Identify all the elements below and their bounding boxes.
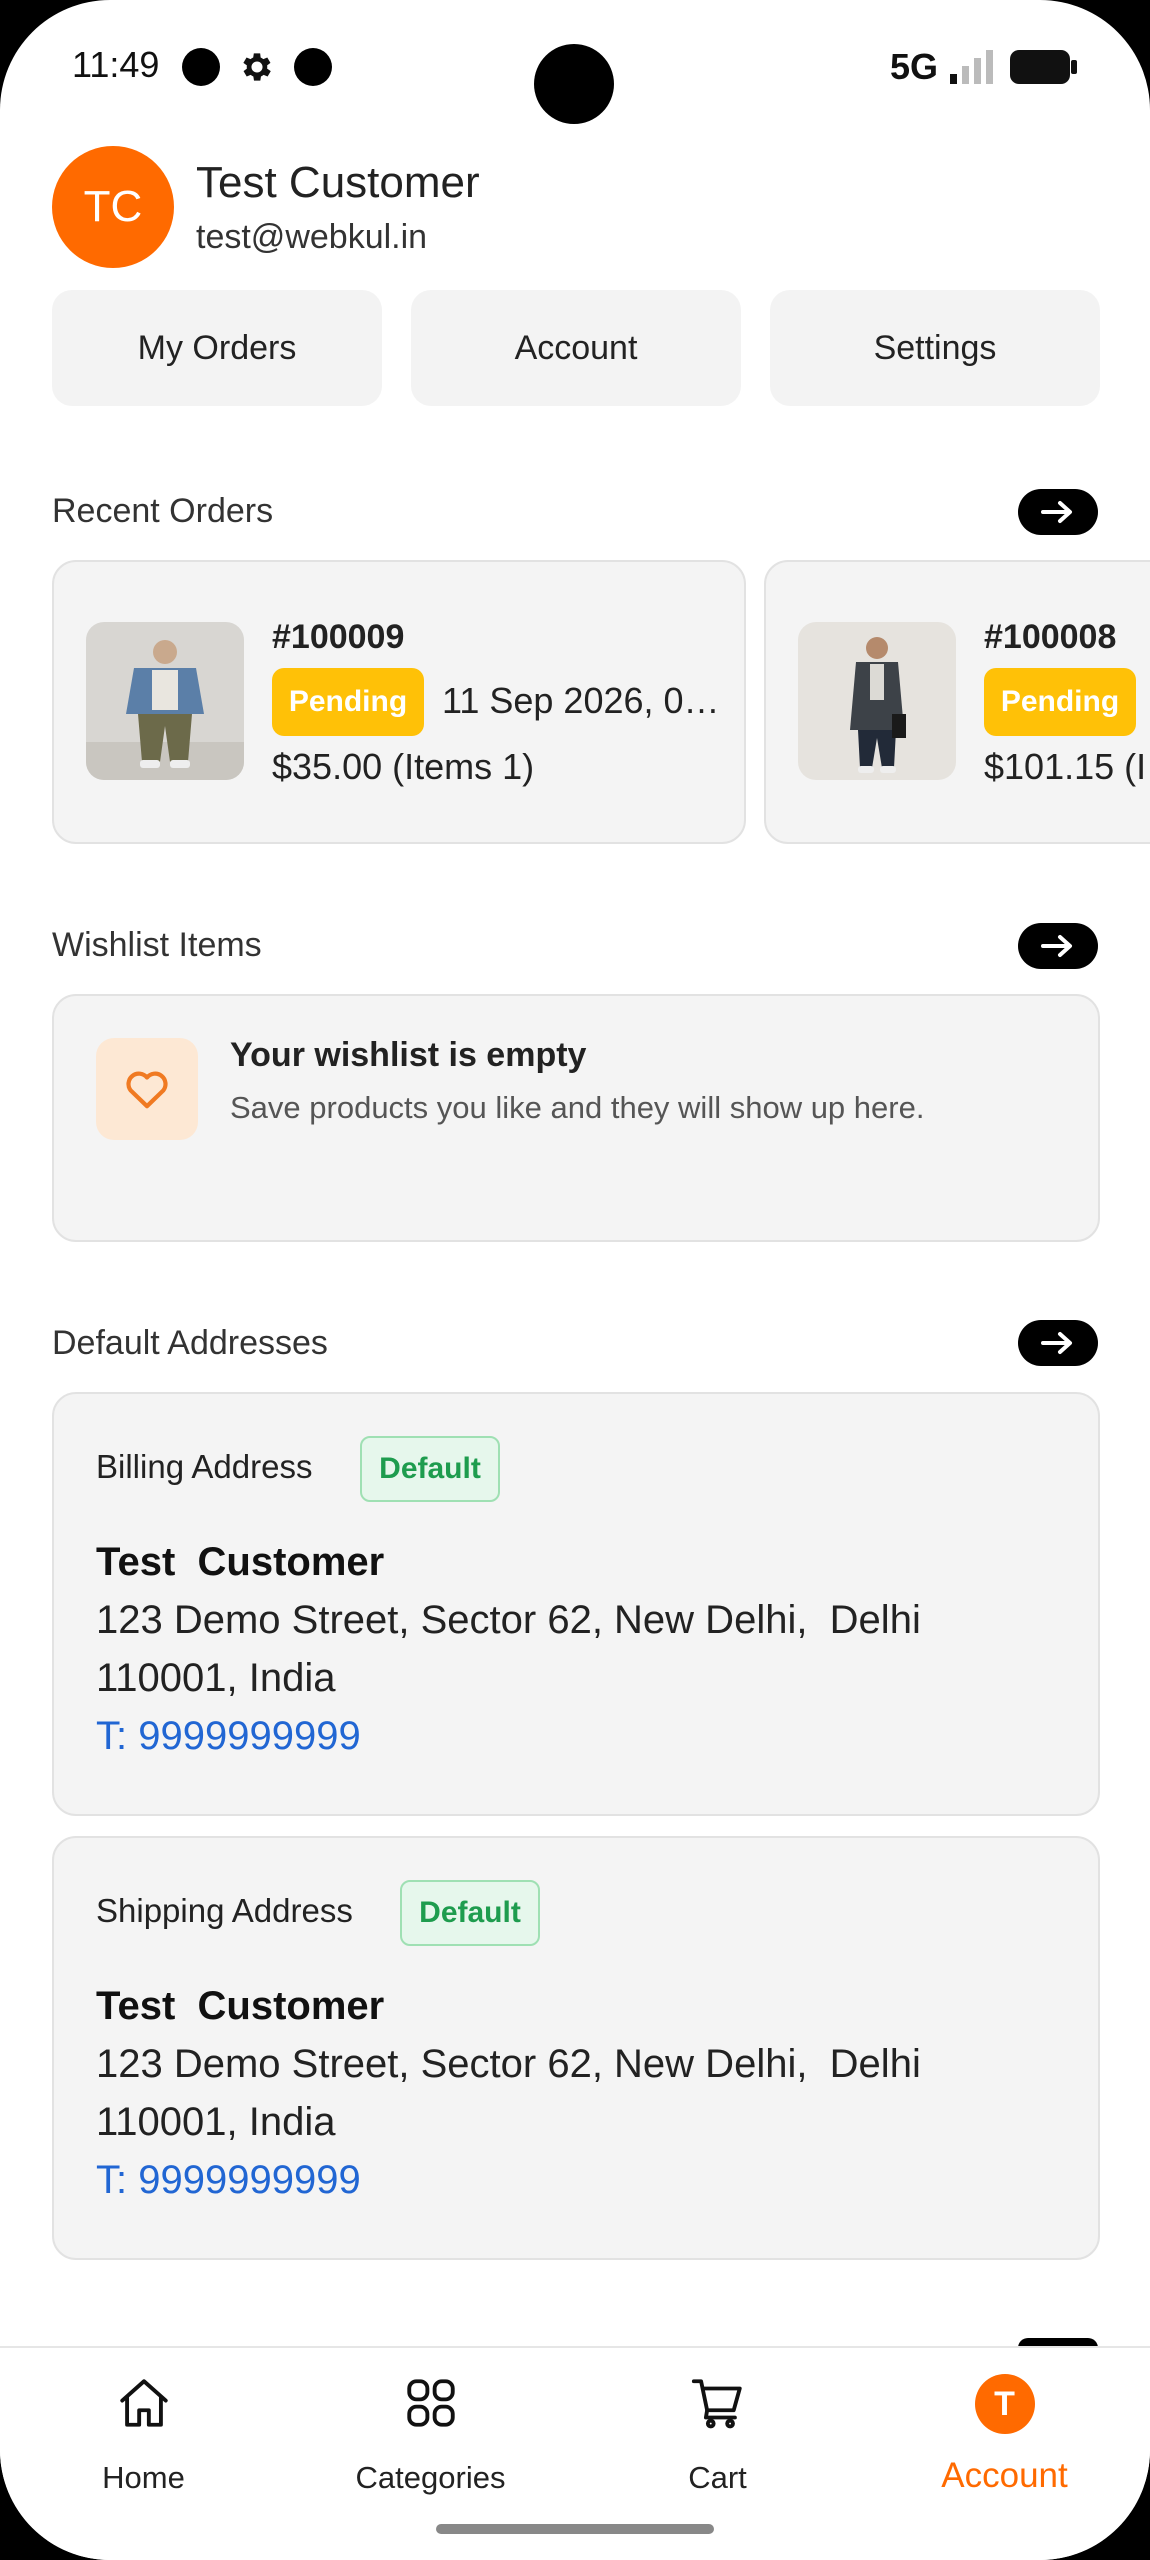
arrow-right-icon bbox=[1041, 501, 1072, 523]
notification-dot-icon bbox=[294, 48, 332, 86]
recent-orders-see-all-button[interactable] bbox=[1018, 489, 1098, 535]
camera-cutout bbox=[534, 44, 614, 124]
order-status-badge: Pending bbox=[272, 668, 424, 736]
profile-name: Test Customer bbox=[196, 158, 480, 207]
nav-categories-label: Categories bbox=[355, 2460, 506, 2495]
settings-button[interactable]: Settings bbox=[770, 290, 1100, 406]
billing-address-label: Billing Address bbox=[96, 1448, 313, 1485]
avatar[interactable]: TC bbox=[52, 146, 174, 268]
address-name: Test Customer bbox=[96, 1540, 385, 1584]
wishlist-empty-subtitle: Save products you like and they will sho… bbox=[230, 1090, 925, 1125]
address-line-1: 123 Demo Street, Sector 62, New Delhi, D… bbox=[96, 2042, 921, 2086]
arrow-right-icon bbox=[1041, 1332, 1072, 1354]
signal-icon bbox=[950, 48, 996, 89]
home-icon bbox=[119, 2379, 168, 2427]
order-number: #100009 bbox=[272, 618, 405, 656]
default-badge: Default bbox=[400, 1880, 540, 1946]
profile-email: test@webkul.in bbox=[196, 218, 428, 256]
order-product-image bbox=[798, 622, 956, 780]
cart-icon bbox=[691, 2379, 742, 2429]
screen: 11:49 5G TC Test Customer test@webkul.in… bbox=[0, 0, 1150, 2560]
nav-home[interactable]: Home bbox=[0, 2348, 287, 2560]
shipping-address-card[interactable]: Shipping Address Default Test Customer 1… bbox=[52, 1836, 1100, 2260]
heart-icon bbox=[96, 1038, 198, 1140]
order-number: #100008 bbox=[984, 618, 1117, 656]
address-phone[interactable]: T: 9999999999 bbox=[96, 2158, 361, 2203]
order-date: 11 Sep 2026, 0… bbox=[442, 680, 720, 721]
settings-gear-icon bbox=[238, 48, 276, 91]
addresses-title: Default Addresses bbox=[52, 1324, 328, 1362]
nav-home-label: Home bbox=[102, 2460, 185, 2495]
recent-orders-title: Recent Orders bbox=[52, 492, 274, 530]
wishlist-title: Wishlist Items bbox=[52, 926, 262, 964]
address-line-2: 110001, India bbox=[96, 2100, 336, 2144]
address-phone[interactable]: T: 9999999999 bbox=[96, 1714, 361, 1759]
notification-dot-icon bbox=[182, 48, 220, 86]
arrow-right-icon bbox=[1041, 935, 1072, 957]
my-orders-button[interactable]: My Orders bbox=[52, 290, 382, 406]
billing-address-card[interactable]: Billing Address Default Test Customer 12… bbox=[52, 1392, 1100, 1816]
order-card[interactable]: #100009 Pending 11 Sep 2026, 0… $35.00 (… bbox=[52, 560, 746, 844]
wishlist-empty-card: Your wishlist is empty Save products you… bbox=[52, 994, 1100, 1242]
order-status-badge: Pending bbox=[984, 668, 1136, 736]
shipping-address-label: Shipping Address bbox=[96, 1892, 353, 1929]
address-line-1: 123 Demo Street, Sector 62, New Delhi, D… bbox=[96, 1598, 921, 1642]
wishlist-see-all-button[interactable] bbox=[1018, 923, 1098, 969]
battery-icon bbox=[1010, 50, 1078, 89]
nav-cart-label: Cart bbox=[688, 2460, 747, 2495]
addresses-see-all-button[interactable] bbox=[1018, 1320, 1098, 1366]
order-total: $101.15 (I bbox=[984, 746, 1147, 787]
wishlist-empty-title: Your wishlist is empty bbox=[230, 1036, 587, 1074]
account-avatar-icon: T bbox=[974, 2374, 1035, 2434]
gesture-home-bar[interactable] bbox=[436, 2524, 714, 2534]
nav-account-label: Account bbox=[941, 2456, 1068, 2495]
order-total: $35.00 (Items 1) bbox=[272, 746, 535, 787]
order-card[interactable]: #100008 Pending $101.15 (I bbox=[764, 560, 1150, 844]
address-name: Test Customer bbox=[96, 1984, 385, 2028]
account-button[interactable]: Account bbox=[411, 290, 741, 406]
address-line-2: 110001, India bbox=[96, 1656, 336, 1700]
default-badge: Default bbox=[360, 1436, 500, 1502]
nav-account[interactable]: T Account bbox=[861, 2348, 1148, 2560]
network-label: 5G bbox=[890, 46, 939, 87]
categories-icon bbox=[406, 2379, 455, 2427]
status-time: 11:49 bbox=[72, 44, 160, 85]
order-product-image bbox=[86, 622, 244, 780]
